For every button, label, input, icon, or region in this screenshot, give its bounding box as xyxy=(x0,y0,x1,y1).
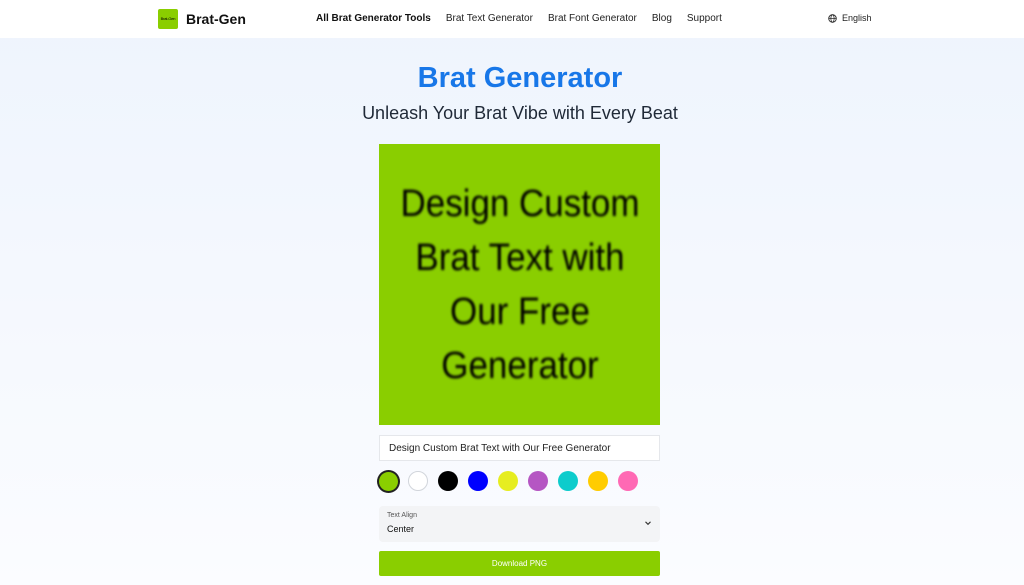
nav-blog[interactable]: Blog xyxy=(652,13,672,24)
swatch-lime[interactable] xyxy=(379,472,398,491)
text-align-label: Text Align xyxy=(387,512,417,519)
text-align-select[interactable]: Text Align Center xyxy=(379,506,660,542)
swatch-white[interactable] xyxy=(408,471,428,491)
swatch-cyan[interactable] xyxy=(558,471,578,491)
logo-text: Brat-Gen xyxy=(186,10,246,27)
brat-text-input[interactable] xyxy=(379,435,660,461)
swatch-yellow[interactable] xyxy=(498,471,518,491)
nav-support[interactable]: Support xyxy=(687,13,722,24)
swatch-gold[interactable] xyxy=(588,471,608,491)
nav-all-tools[interactable]: All Brat Generator Tools xyxy=(316,13,431,24)
language-selector[interactable]: English xyxy=(828,13,872,23)
swatch-black[interactable] xyxy=(438,471,458,491)
language-label: English xyxy=(842,13,872,23)
swatch-purple[interactable] xyxy=(528,471,548,491)
brat-preview-canvas: Design Custom Brat Text with Our Free Ge… xyxy=(379,144,660,425)
nav-brat-text-generator[interactable]: Brat Text Generator xyxy=(446,13,533,24)
logo-badge: Brat-Gen xyxy=(158,8,178,29)
text-align-value: Center xyxy=(387,524,415,534)
chevron-down-icon xyxy=(645,521,651,526)
globe-icon xyxy=(828,13,837,23)
page-subtitle: Unleash Your Brat Vibe with Every Beat xyxy=(362,103,678,123)
top-navigation-bar: Brat-Gen Brat-Gen All Brat Generator Too… xyxy=(0,0,1024,38)
swatch-pink[interactable] xyxy=(618,471,638,491)
preview-text: Design Custom Brat Text with Our Free Ge… xyxy=(400,182,639,387)
main-nav: All Brat Generator Tools Brat Text Gener… xyxy=(316,13,737,24)
color-swatches xyxy=(378,471,648,491)
page-title: Brat Generator xyxy=(417,62,623,94)
logo[interactable]: Brat-Gen Brat-Gen xyxy=(158,8,246,29)
swatch-blue[interactable] xyxy=(468,471,488,491)
download-png-button[interactable]: Download PNG xyxy=(379,551,660,576)
nav-brat-font-generator[interactable]: Brat Font Generator xyxy=(548,13,637,24)
